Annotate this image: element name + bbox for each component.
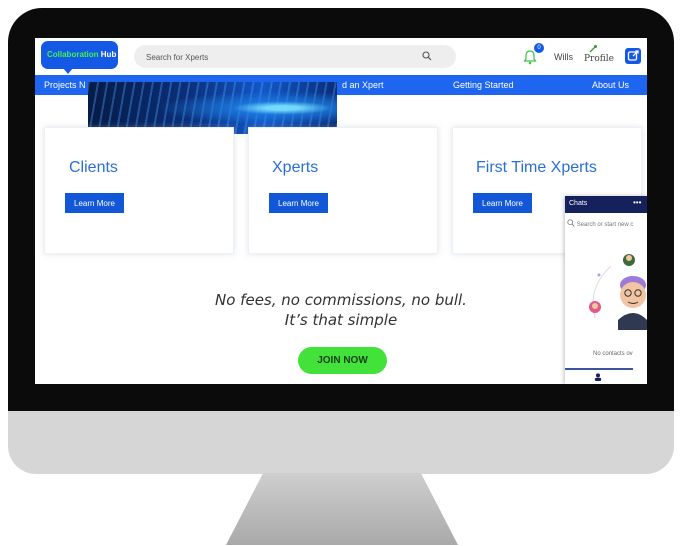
logo[interactable]: Collaboration Hub	[41, 41, 118, 69]
learn-more-button[interactable]: Learn More	[65, 193, 124, 213]
nav-projects[interactable]: Projects N	[44, 80, 86, 90]
learn-more-button[interactable]: Learn More	[473, 193, 532, 213]
search-bar	[134, 45, 456, 68]
chat-empty-text: No contacts ov	[593, 351, 633, 357]
card-xperts: Xperts Learn More	[248, 127, 438, 254]
avatar-icon	[594, 373, 602, 381]
profile-link[interactable]: Profile	[584, 54, 614, 64]
logo-tail	[63, 68, 73, 74]
join-now-button[interactable]: JOIN NOW	[298, 347, 387, 374]
user-name[interactable]: Wills	[554, 52, 573, 62]
logo-text: Collaboration Hub	[47, 50, 117, 59]
more-icon[interactable]: •••	[633, 198, 641, 207]
search-icon	[567, 219, 575, 227]
screen: Collaboration Hub 0 Wills Profile	[35, 38, 647, 384]
chat-header: Chats •••	[565, 196, 647, 213]
logo-accent: Hub	[100, 50, 117, 59]
monitor-stand	[226, 473, 458, 545]
search-icon[interactable]	[422, 51, 432, 61]
tagline-line-2: It’s that simple	[284, 311, 398, 329]
learn-more-button[interactable]: Learn More	[269, 193, 328, 213]
nav-about-us[interactable]: About Us	[592, 80, 629, 90]
card-title: First Time Xperts	[476, 159, 597, 176]
empty-chat-illustration	[589, 254, 647, 330]
chat-search-placeholder: Search or start new c	[576, 222, 634, 228]
chat-title: Chats	[569, 200, 588, 207]
search-input[interactable]	[144, 49, 408, 66]
notification-badge: 0	[534, 43, 544, 53]
chat-search[interactable]: Search or start new c	[567, 219, 647, 231]
profile-icon[interactable]	[588, 44, 598, 54]
tagline-line-1: No fees, no commissions, no bull.	[215, 291, 467, 309]
nav-find-xpert[interactable]: d an Xpert	[342, 80, 384, 90]
card-title: Xperts	[272, 159, 319, 176]
logout-icon	[627, 50, 639, 61]
logout-button[interactable]	[625, 48, 641, 64]
card-title: Clients	[69, 159, 118, 176]
card-clients: Clients Learn More	[44, 127, 234, 254]
monitor-chin	[8, 411, 674, 474]
nav-getting-started[interactable]: Getting Started	[453, 80, 514, 90]
chat-panel: Chats ••• Search or start new c No conta…	[565, 196, 647, 384]
top-header: Collaboration Hub 0 Wills Profile	[35, 38, 647, 75]
chat-divider	[565, 368, 633, 370]
